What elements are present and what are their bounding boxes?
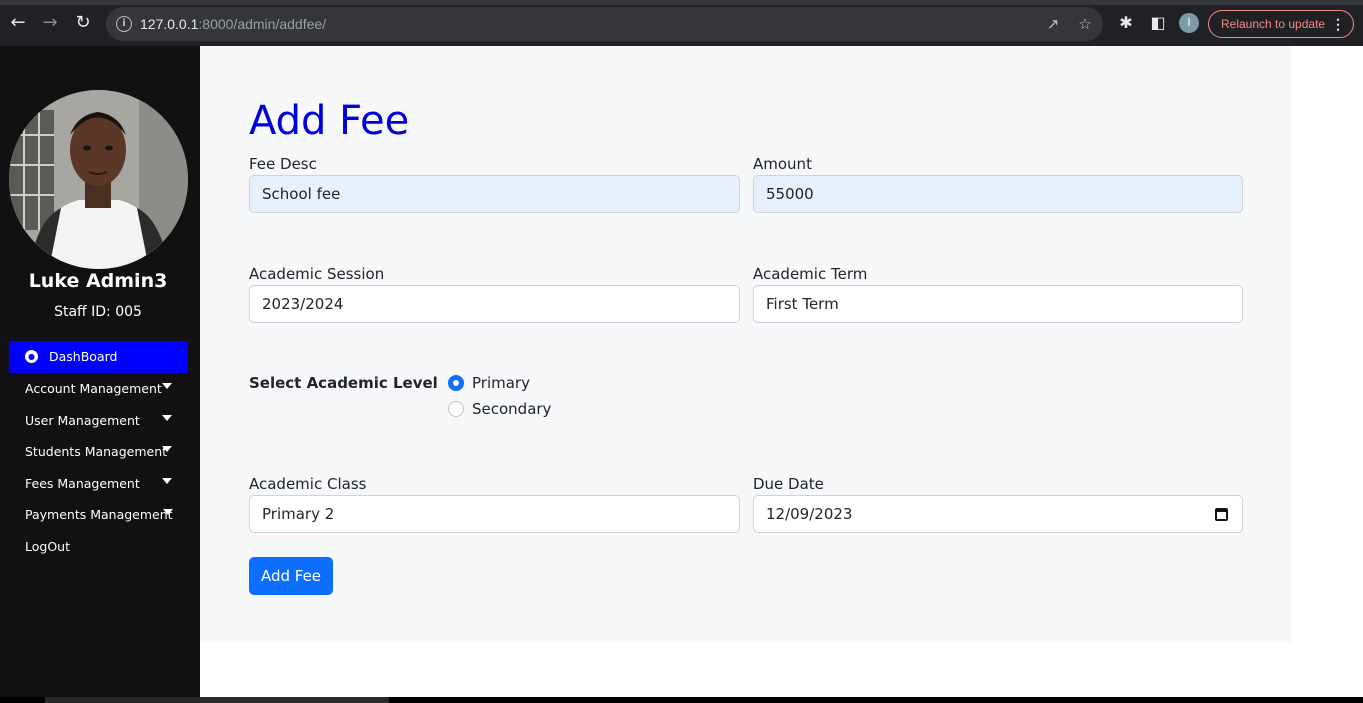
fee-desc-input[interactable]: School fee [249,175,740,213]
sidebar-item-logout[interactable]: LogOut [9,531,188,563]
address-bar[interactable]: i 127.0.0.1:8000/admin/addfee/ ↗ ☆ [106,7,1103,41]
forward-arrow-icon[interactable]: → [40,13,60,33]
sidebar-item-fees-management[interactable]: Fees Management [9,468,188,500]
sidebar-menu: ● DashBoard Account Management User Mana… [9,341,188,562]
url-host: 127.0.0.1 [140,16,199,32]
secondary-radio[interactable] [448,401,464,417]
due-date-label: Due Date [753,475,824,493]
sidebar-item-label: Fees Management [25,475,140,491]
url-text[interactable]: 127.0.0.1:8000/admin/addfee/ [140,16,326,32]
academic-session-input[interactable]: 2023/2024 [249,285,740,323]
main-content: Add Fee Fee Desc School fee Amount 55000… [200,46,1291,642]
due-date-value: 12/09/2023 [766,505,853,523]
sidebar-item-label: DashBoard [49,349,118,364]
sidebar-item-account-management[interactable]: Account Management [9,373,188,405]
sidebar-item-user-management[interactable]: User Management [9,405,188,437]
side-panel-icon[interactable]: ◧ [1148,13,1168,33]
academic-term-label: Academic Term [753,265,868,283]
sidebar-item-students-management[interactable]: Students Management [9,436,188,468]
user-name: Luke Admin3 [28,270,168,292]
browser-toolbar: ← → ↻ i 127.0.0.1:8000/admin/addfee/ ↗ ☆… [0,0,1363,46]
add-fee-button[interactable]: Add Fee [249,557,333,595]
caret-down-icon [162,414,172,421]
sidebar-item-label: Students Management [25,444,168,459]
sidebar-item-label: Account Management [25,381,162,396]
caret-down-icon [162,477,172,484]
academic-term-input[interactable]: First Term [753,285,1243,323]
academic-class-label: Academic Class [249,475,367,493]
page-title: Add Fee [249,98,410,144]
fee-desc-label: Fee Desc [249,155,317,173]
share-icon[interactable]: ↗ [1044,15,1062,33]
staff-id: Staff ID: 005 [54,304,142,320]
sidebar-item-label: LogOut [25,538,70,554]
secondary-radio-label[interactable]: Secondary [472,400,551,418]
sidebar-item-dashboard[interactable]: ● DashBoard [9,341,188,373]
back-arrow-icon[interactable]: ← [8,13,28,33]
sidebar-item-label: User Management [25,412,140,428]
sidebar-item-payments-management[interactable]: Payments Management [9,499,188,531]
calendar-icon[interactable] [1215,508,1228,521]
relaunch-button[interactable]: Relaunch to update ⋮ [1208,10,1354,38]
avatar-photo [9,90,188,269]
tab-strip [0,0,1363,5]
caret-down-icon [162,383,172,389]
academic-class-input[interactable]: Primary 2 [249,495,740,533]
academic-session-label: Academic Session [249,265,385,283]
caret-down-icon [162,446,172,452]
academic-level-label: Select Academic Level [249,374,438,392]
amount-input[interactable]: 55000 [753,175,1243,213]
reload-icon[interactable]: ↻ [73,13,93,33]
bottom-scrollbar[interactable] [0,697,1363,703]
site-info-icon[interactable]: i [116,16,132,32]
avatar [9,90,188,269]
caret-down-icon [163,509,173,515]
url-path: :8000/admin/addfee/ [198,16,327,32]
sidebar: Luke Admin3 Staff ID: 005 ● DashBoard Ac… [0,46,200,697]
primary-radio-label[interactable]: Primary [472,374,530,392]
dashboard-icon: ● [25,350,38,363]
relaunch-label: Relaunch to update [1221,17,1326,31]
scrollbar-thumb[interactable] [45,697,389,703]
amount-label: Amount [753,155,812,173]
primary-radio[interactable] [448,375,464,391]
profile-avatar[interactable]: I [1179,13,1199,33]
due-date-input[interactable]: 12/09/2023 [753,495,1243,533]
extensions-puzzle-icon[interactable]: ✱ [1116,13,1136,33]
sidebar-item-label: Payments Management [25,507,173,522]
bookmark-star-icon[interactable]: ☆ [1076,15,1094,33]
menu-kebab-icon[interactable]: ⋮ [1331,11,1345,37]
